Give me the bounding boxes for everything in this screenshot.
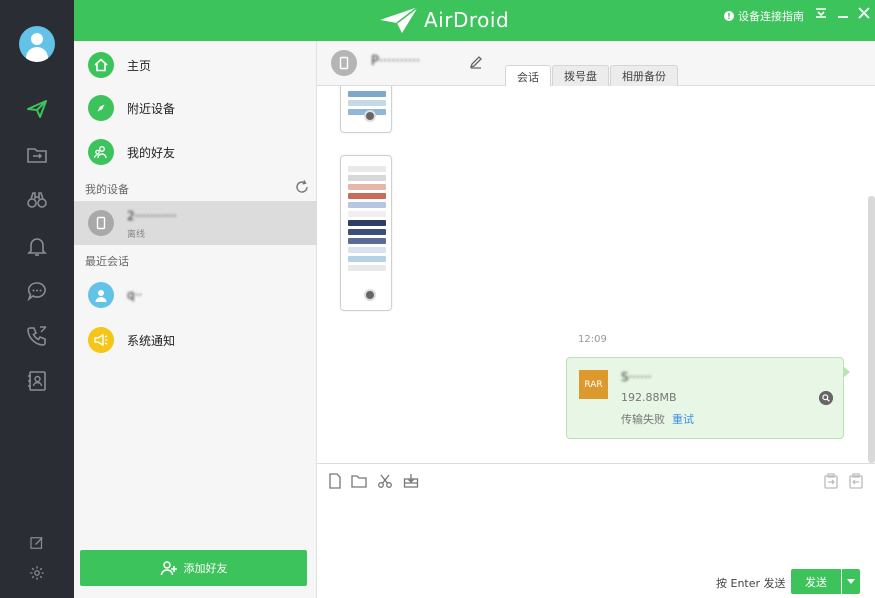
edit-icon[interactable] — [24, 530, 50, 556]
add-friend-label: 添加好友 — [183, 562, 228, 575]
title-bar: AirDroid ! 设备连接指南 — [74, 0, 875, 41]
close-button[interactable] — [857, 6, 871, 20]
download-icon[interactable] — [814, 6, 828, 20]
file-icon[interactable] — [326, 472, 344, 490]
contacts-icon[interactable] — [24, 368, 50, 394]
tab-conversation[interactable]: 会话 — [505, 65, 551, 87]
phone-icon — [88, 210, 114, 236]
tab-dialpad[interactable]: 拨号盘 — [552, 65, 609, 86]
clipboard-receive-icon[interactable] — [847, 472, 865, 490]
airdroid-logo: AirDroid — [380, 6, 509, 34]
device-phone-icon — [331, 50, 357, 76]
file-name: S······ — [621, 370, 652, 384]
connection-guide-link[interactable]: ! 设备连接指南 — [724, 8, 804, 24]
file-message[interactable]: RAR S······ 192.88MB 传输失败 重试 — [566, 357, 850, 439]
contact-avatar — [88, 282, 114, 308]
device-status: 离线 — [127, 230, 146, 240]
nav-label-home: 主页 — [127, 58, 152, 73]
app-title: AirDroid — [424, 8, 510, 32]
paper-plane-logo-icon — [380, 7, 418, 33]
send-options-dropdown[interactable] — [842, 569, 860, 594]
nav-label-my-friends: 我的好友 — [127, 145, 176, 160]
my-devices-heading: 我的设备 — [85, 183, 129, 196]
zoom-icon[interactable] — [819, 391, 833, 405]
recent-chat-contact[interactable]: q·· — [74, 273, 317, 317]
recent-chat-system-notice-label: 系统通知 — [127, 333, 176, 348]
zoom-icon[interactable] — [364, 110, 376, 122]
retry-link[interactable]: 重试 — [672, 411, 694, 427]
nav-label-nearby-devices: 附近设备 — [127, 101, 176, 116]
zoom-icon[interactable] — [364, 289, 376, 301]
refresh-icon[interactable] — [295, 180, 309, 194]
message-timestamp: 12:09 — [578, 334, 607, 345]
image-message[interactable] — [340, 86, 392, 133]
device-list-item[interactable]: 2··········· 离线 — [74, 201, 317, 245]
add-user-icon — [160, 561, 177, 576]
send-button[interactable]: 发送 — [791, 569, 841, 594]
phone-call-icon[interactable] — [24, 323, 50, 349]
message-input-area[interactable]: 按 Enter 发送 发送 — [317, 463, 875, 598]
send-icon[interactable] — [24, 96, 50, 122]
airdroid-window: AirDroid ! 设备连接指南 主页 附近设备 我的好友 我的设备 2···… — [0, 0, 875, 598]
clipboard-send-icon[interactable] — [822, 472, 840, 490]
nav-item-home[interactable]: 主页 — [74, 43, 317, 87]
chat-device-name: P·········· — [371, 54, 421, 69]
chevron-down-icon — [847, 578, 855, 584]
compass-icon — [88, 95, 114, 121]
nav-item-nearby-devices[interactable]: 附近设备 — [74, 86, 317, 130]
bell-icon[interactable] — [24, 233, 50, 259]
message-list[interactable]: 12:09 RAR S······ 192.88MB 传输失败 重试 — [317, 86, 875, 463]
chat-header: P·········· 会话 拨号盘 相册备份 — [317, 41, 875, 87]
settings-gear-icon[interactable] — [24, 560, 50, 586]
image-message[interactable] — [340, 155, 392, 311]
tab-album-backup[interactable]: 相册备份 — [610, 65, 678, 86]
megaphone-icon — [88, 327, 114, 353]
device-name: 2··········· — [127, 209, 177, 223]
file-size: 192.88MB — [621, 391, 677, 404]
folder-icon[interactable] — [350, 472, 368, 490]
scrollbar[interactable] — [868, 196, 875, 463]
image-thumbnail — [348, 166, 386, 274]
user-avatar[interactable] — [19, 26, 55, 62]
file-transfer-icon[interactable] — [24, 142, 50, 168]
recent-chat-contact-name: q·· — [127, 288, 143, 302]
add-friend-button[interactable]: 添加好友 — [80, 550, 307, 586]
left-rail — [0, 0, 74, 598]
scissors-icon[interactable] — [376, 472, 394, 490]
recent-chat-system-notice[interactable]: 系统通知 — [74, 318, 317, 362]
home-icon — [88, 52, 114, 78]
binoculars-icon[interactable] — [24, 187, 50, 213]
transfer-status: 传输失败 — [621, 413, 665, 426]
navigation-panel: 主页 附近设备 我的好友 我的设备 2··········· 离线 最近会话 q… — [74, 41, 317, 598]
send-shortcut-hint: 按 Enter 发送 — [716, 577, 786, 590]
rar-file-icon: RAR — [579, 370, 608, 399]
rename-pencil-icon[interactable] — [469, 55, 483, 69]
install-apk-icon[interactable] — [402, 472, 420, 490]
minimize-button[interactable] — [836, 6, 850, 20]
nav-item-my-friends[interactable]: 我的好友 — [74, 130, 317, 174]
friends-icon — [88, 139, 114, 165]
connection-guide-label: 设备连接指南 — [738, 10, 804, 23]
recent-chats-heading: 最近会话 — [85, 255, 129, 268]
chat-icon[interactable] — [24, 278, 50, 304]
info-icon: ! — [724, 11, 734, 21]
